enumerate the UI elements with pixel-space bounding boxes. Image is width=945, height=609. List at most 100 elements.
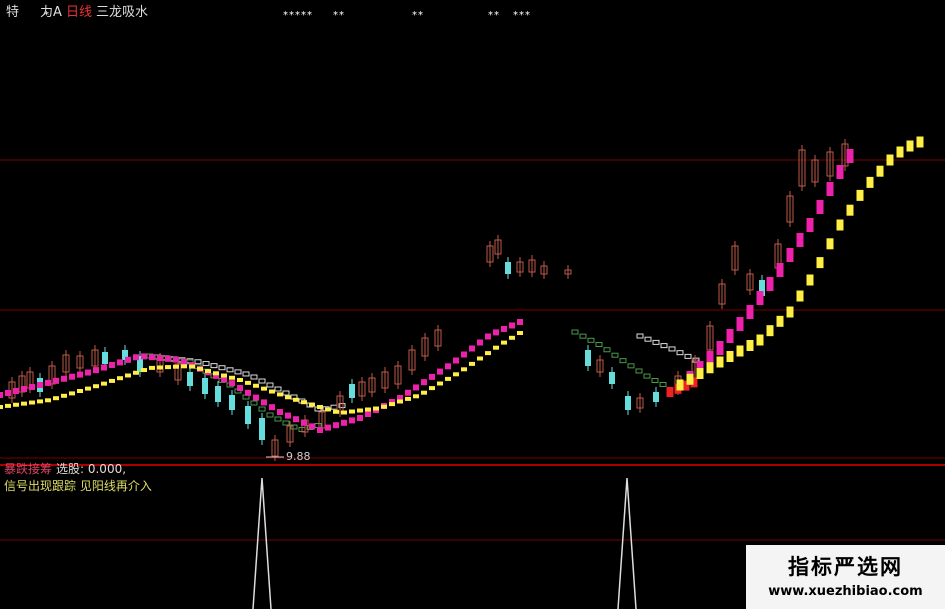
magenta-block — [61, 375, 67, 382]
candle-body — [229, 395, 235, 410]
yellow-block — [53, 396, 59, 401]
yellow-block — [405, 396, 411, 401]
green-dot — [314, 423, 322, 428]
yellow-block — [445, 376, 451, 381]
yellow-block — [906, 140, 914, 152]
magenta-block — [117, 359, 123, 366]
yellow-block — [125, 373, 131, 378]
yellow-block — [746, 340, 754, 351]
white-dot — [330, 404, 338, 410]
watermark-title: 指标严选网 — [788, 555, 903, 579]
yellow-block — [245, 380, 251, 385]
magenta-block — [776, 263, 784, 277]
yellow-block — [317, 405, 323, 409]
yellow-block — [786, 306, 794, 318]
yellow-block — [397, 399, 403, 404]
yellow-block — [301, 400, 307, 405]
yellow-block — [117, 376, 123, 381]
magenta-block — [13, 388, 19, 394]
magenta-block — [133, 354, 139, 361]
white-dot — [644, 336, 652, 342]
magenta-block — [309, 423, 315, 430]
yellow-block — [189, 364, 195, 369]
green-dot — [611, 352, 619, 358]
magenta-block — [469, 345, 475, 352]
yellow-block — [61, 393, 67, 398]
white-dot — [660, 343, 668, 349]
white-dot — [668, 346, 676, 352]
low-price-label: 9.88 — [286, 450, 311, 463]
candle-body — [505, 262, 511, 274]
yellow-block — [373, 406, 379, 411]
green-dot — [274, 416, 282, 422]
yellow-block — [381, 404, 387, 409]
white-dot — [186, 358, 194, 364]
watermark-logo: 指标严选网 www.xuezhibiao.com — [746, 545, 945, 609]
white-dot — [202, 361, 210, 367]
magenta-block — [293, 416, 299, 423]
white-dot — [218, 365, 226, 371]
magenta-block — [85, 369, 91, 376]
sub-indicator-note: 信号出现跟踪 见阳线再介入 — [4, 479, 152, 493]
magenta-block — [69, 373, 75, 380]
green-dot — [571, 329, 579, 335]
magenta-block — [405, 389, 411, 396]
signal-spike — [252, 477, 272, 609]
yellow-block — [509, 335, 515, 340]
magenta-block — [141, 353, 147, 360]
magenta-block — [317, 427, 323, 433]
magenta-block — [796, 233, 804, 247]
yellow-block — [341, 410, 347, 415]
green-dot — [587, 337, 595, 343]
magenta-block — [349, 417, 355, 424]
yellow-block — [5, 403, 11, 408]
magenta-block — [37, 382, 43, 388]
yellow-block — [766, 325, 774, 337]
white-dot — [676, 350, 684, 356]
magenta-block — [477, 339, 483, 346]
yellow-block — [816, 257, 824, 269]
yellow-block — [0, 405, 3, 409]
yellow-block — [886, 154, 894, 166]
candle-body — [625, 396, 631, 410]
yellow-block — [686, 373, 694, 385]
magenta-block — [806, 218, 814, 232]
magenta-block — [157, 355, 163, 361]
yellow-block — [736, 345, 744, 357]
white-dot — [282, 390, 290, 396]
magenta-block — [269, 404, 275, 411]
signal-mark: * — [44, 10, 50, 21]
magenta-block — [786, 248, 794, 262]
magenta-block — [357, 415, 363, 421]
chart-canvas: 9.88 — [0, 136, 945, 609]
yellow-block — [77, 389, 83, 393]
magenta-block — [365, 411, 371, 417]
white-dot — [250, 374, 258, 380]
yellow-block — [101, 381, 107, 386]
yellow-block — [493, 345, 499, 350]
yellow-block — [469, 361, 475, 366]
yellow-block — [357, 408, 363, 413]
yellow-block — [13, 402, 19, 407]
yellow-block — [866, 176, 874, 188]
yellow-block — [826, 238, 834, 250]
yellow-block — [181, 364, 187, 369]
green-dot — [258, 406, 266, 412]
yellow-line — [0, 136, 924, 415]
yellow-block — [776, 315, 784, 327]
yellow-block — [485, 351, 491, 356]
yellow-block — [501, 340, 507, 345]
yellow-block — [277, 392, 283, 397]
yellow-block — [229, 375, 235, 380]
magenta-block — [21, 386, 27, 392]
magenta-block — [253, 394, 259, 401]
yellow-block — [421, 390, 427, 395]
white-dot — [210, 363, 218, 369]
magenta-block — [453, 357, 459, 364]
white-dot — [266, 382, 274, 388]
signal-mark: ***** — [283, 10, 313, 21]
magenta-block — [181, 358, 187, 365]
yellow-block — [197, 366, 203, 371]
magenta-block — [726, 329, 734, 343]
white-dot — [636, 333, 644, 339]
